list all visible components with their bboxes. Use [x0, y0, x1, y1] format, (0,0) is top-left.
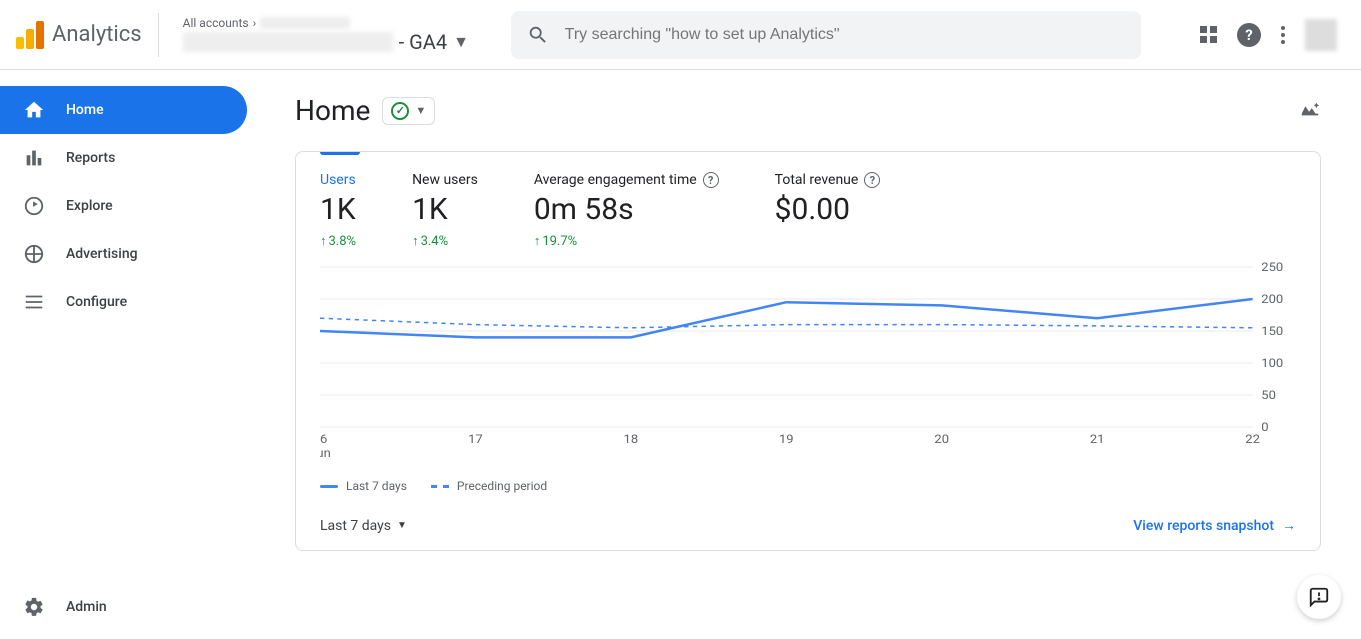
info-icon[interactable]: ?: [864, 172, 880, 188]
property-suffix: - GA4: [399, 30, 447, 54]
redacted-property-name: [183, 32, 393, 52]
svg-text:200: 200: [1261, 292, 1283, 306]
chevron-right-icon: ›: [253, 16, 257, 30]
metric-engagement-time[interactable]: Average engagement time ? 0m 58s ↑19.7%: [534, 172, 719, 249]
legend-dashed-swatch: [431, 485, 449, 488]
svg-text:17: 17: [468, 432, 483, 446]
date-range-selector[interactable]: Last 7 days ▼: [320, 518, 407, 534]
breadcrumb-label: All accounts: [183, 16, 249, 30]
sidebar-item-label: Configure: [66, 294, 127, 310]
legend-solid-swatch: [320, 485, 338, 488]
arrow-up-icon: ↑: [412, 233, 419, 249]
search-icon: [527, 24, 549, 46]
metric-value: $0.00: [775, 192, 881, 227]
user-avatar[interactable]: [1305, 19, 1337, 51]
svg-text:16: 16: [320, 432, 327, 446]
metric-label: Average engagement time: [534, 172, 697, 188]
reports-icon: [22, 146, 46, 170]
svg-text:100: 100: [1261, 356, 1283, 370]
top-header: Analytics All accounts › - GA4 ▼ ?: [0, 0, 1361, 70]
caret-down-icon: ▼: [415, 104, 426, 117]
more-menu-icon[interactable]: [1281, 26, 1285, 44]
search-input[interactable]: [565, 26, 1125, 44]
metric-delta: ↑3.4%: [412, 233, 478, 249]
sidebar-item-label: Explore: [66, 198, 113, 214]
explore-icon: [22, 194, 46, 218]
metric-value: 0m 58s: [534, 192, 719, 227]
overview-card: Users 1K ↑3.8% New users 1K ↑3.4% Averag…: [295, 151, 1321, 551]
line-chart-svg: 0 50 100 150 200 250 16 17 18 19 20 21 22 Jun: [320, 257, 1296, 467]
caret-down-icon: ▼: [397, 520, 407, 531]
sidebar-item-reports[interactable]: Reports: [0, 134, 247, 182]
sidebar-item-label: Advertising: [66, 246, 138, 262]
sidebar-item-advertising[interactable]: Advertising: [0, 230, 247, 278]
svg-text:22: 22: [1245, 432, 1260, 446]
gear-icon: [22, 595, 46, 619]
product-name: Analytics: [52, 22, 142, 47]
svg-text:21: 21: [1090, 432, 1105, 446]
arrow-up-icon: ↑: [320, 233, 327, 249]
main-content: Home ✓ ▼ Users 1K ↑3.8% New users 1K ↑3.…: [255, 70, 1361, 639]
metric-delta: ↑3.8%: [320, 233, 356, 249]
svg-text:0: 0: [1261, 420, 1268, 434]
metric-label: Total revenue: [775, 172, 859, 188]
arrow-up-icon: ↑: [534, 233, 541, 249]
svg-text:150: 150: [1261, 324, 1283, 338]
metric-label: New users: [412, 172, 478, 188]
metric-new-users[interactable]: New users 1K ↑3.4%: [412, 172, 478, 249]
legend-label: Preceding period: [457, 479, 547, 493]
legend-item-current: Last 7 days: [320, 479, 407, 493]
sidebar-item-label: Reports: [66, 150, 115, 166]
metric-revenue[interactable]: Total revenue ? $0.00: [775, 172, 881, 249]
metrics-row: Users 1K ↑3.8% New users 1K ↑3.4% Averag…: [320, 172, 1296, 249]
chart-legend: Last 7 days Preceding period: [320, 479, 1296, 493]
feedback-button[interactable]: [1297, 575, 1341, 619]
nav-sidebar: Home Reports Explore Advertising Configu…: [0, 70, 255, 639]
info-icon[interactable]: ?: [703, 172, 719, 188]
analytics-logo-icon: [16, 21, 44, 49]
svg-text:19: 19: [779, 432, 794, 446]
date-range-label: Last 7 days: [320, 518, 391, 534]
caret-down-icon: ▼: [453, 32, 469, 52]
metric-value: 1K: [412, 192, 478, 227]
product-logo-block[interactable]: Analytics: [16, 13, 159, 57]
arrow-right-icon: →: [1282, 517, 1296, 534]
check-circle-icon: ✓: [391, 102, 409, 120]
metric-label: Users: [320, 172, 356, 188]
legend-item-preceding: Preceding period: [431, 479, 547, 493]
sidebar-item-admin[interactable]: Admin: [0, 583, 247, 631]
page-title: Home: [295, 94, 370, 127]
metric-users[interactable]: Users 1K ↑3.8%: [320, 172, 356, 249]
insights-icon[interactable]: [1299, 98, 1321, 124]
home-icon: [22, 98, 46, 122]
redacted-account-name: [260, 17, 350, 29]
sidebar-item-home[interactable]: Home: [0, 86, 247, 134]
legend-label: Last 7 days: [346, 479, 407, 493]
sidebar-item-label: Home: [66, 102, 104, 118]
account-selector[interactable]: All accounts › - GA4 ▼: [183, 16, 483, 54]
search-bar[interactable]: [511, 11, 1141, 59]
svg-text:Jun: Jun: [320, 446, 331, 460]
metric-delta: ↑19.7%: [534, 233, 719, 249]
feedback-icon: [1308, 586, 1330, 608]
svg-text:250: 250: [1261, 260, 1283, 274]
help-icon[interactable]: ?: [1237, 23, 1261, 47]
sidebar-item-label: Admin: [66, 599, 107, 615]
configure-icon: [22, 290, 46, 314]
svg-text:20: 20: [934, 432, 949, 446]
link-label: View reports snapshot: [1133, 518, 1274, 534]
sidebar-item-explore[interactable]: Explore: [0, 182, 247, 230]
chart: 0 50 100 150 200 250 16 17 18 19 20 21 22 Jun: [320, 257, 1296, 471]
status-chip[interactable]: ✓ ▼: [382, 97, 435, 125]
sidebar-item-configure[interactable]: Configure: [0, 278, 247, 326]
svg-text:18: 18: [624, 432, 639, 446]
svg-text:50: 50: [1261, 388, 1276, 402]
advertising-icon: [22, 242, 46, 266]
apps-grid-icon[interactable]: [1200, 26, 1217, 43]
view-reports-snapshot-link[interactable]: View reports snapshot →: [1133, 517, 1296, 534]
metric-value: 1K: [320, 192, 356, 227]
